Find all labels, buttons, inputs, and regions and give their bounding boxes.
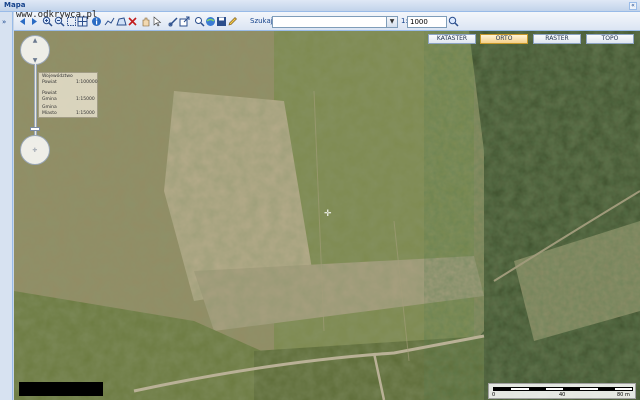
orthophoto-map[interactable]: ✛ KATASTER ORTO RASTER TOPO ▲ ▼ ✛ Wojewó… xyxy=(14,31,640,400)
zoom-slider-track[interactable] xyxy=(34,64,37,136)
layer-button-kataster[interactable]: KATASTER xyxy=(428,34,476,44)
zoom-level-item[interactable]: Gmina xyxy=(42,105,57,110)
layers-icon[interactable] xyxy=(205,16,216,27)
pan-icon[interactable] xyxy=(140,16,151,27)
save-icon[interactable] xyxy=(216,16,227,27)
clear-icon[interactable] xyxy=(127,16,138,27)
zoom-level-item[interactable]: Gmina 1:15000 xyxy=(42,97,95,102)
zoom-level-item[interactable]: Powiat 1:100000 xyxy=(42,80,98,85)
chevron-down-icon[interactable]: ▼ xyxy=(386,17,397,27)
panel-title: Mapa xyxy=(4,1,26,9)
map-scalebar: 0 40 80 m xyxy=(488,383,636,399)
export-icon[interactable] xyxy=(179,16,190,27)
scalebar-label-mid: 40 xyxy=(559,392,566,398)
select-icon[interactable] xyxy=(152,16,163,27)
measure-line-icon[interactable] xyxy=(104,16,115,27)
search-combobox[interactable]: ▼ xyxy=(272,16,398,28)
watermark-text: www.odkrywca.pl xyxy=(16,10,98,20)
zoom-levels-panel: Województwo Powiat 1:100000 Powiat Gmina 1… xyxy=(38,72,98,118)
scalebar-label-end: 80 m xyxy=(617,392,630,398)
layer-button-topo[interactable]: TOPO xyxy=(586,34,634,44)
scalebar-segments xyxy=(493,387,633,391)
link-icon[interactable] xyxy=(168,16,179,27)
pan-up-icon[interactable]: ▲ xyxy=(21,37,49,44)
collapsed-side-panel[interactable]: » xyxy=(0,12,13,400)
layer-button-orto[interactable]: ORTO xyxy=(480,34,528,44)
pan-down-icon[interactable]: ▼ xyxy=(21,57,49,64)
zoom-center-icon[interactable]: ✛ xyxy=(21,147,49,154)
map-application: Mapa « » www.odkrywca.pl Szukaj: ▼ 1: 10… xyxy=(0,0,640,400)
expand-icon[interactable]: » xyxy=(2,18,6,26)
scalebar-label-start: 0 xyxy=(492,392,496,398)
measure-area-icon[interactable] xyxy=(116,16,127,27)
collapse-icon[interactable]: « xyxy=(629,2,637,10)
scale-input[interactable]: 1000 xyxy=(407,16,447,28)
crosshair-cursor-icon: ✛ xyxy=(324,209,332,219)
pan-navigation-wheel[interactable]: ▲ ▼ xyxy=(20,35,50,65)
zoom-level-item[interactable]: Województwo xyxy=(42,74,73,79)
redaction-bar xyxy=(19,382,103,396)
map-toolbar: Szukaj: ▼ 1: 1000 xyxy=(14,12,640,31)
zoom-slider-thumb[interactable] xyxy=(30,127,40,131)
pencil-icon[interactable] xyxy=(227,16,238,27)
zoom-wheel[interactable]: ✛ xyxy=(20,135,50,165)
search-map-icon[interactable] xyxy=(194,16,205,27)
zoom-level-item[interactable]: Powiat xyxy=(42,91,57,96)
zoom-level-item[interactable]: Miasto 1:15000 xyxy=(42,111,95,116)
layer-button-raster[interactable]: RASTER xyxy=(533,34,581,44)
zoom-to-scale-icon[interactable] xyxy=(448,16,459,27)
search-input[interactable] xyxy=(273,17,385,27)
